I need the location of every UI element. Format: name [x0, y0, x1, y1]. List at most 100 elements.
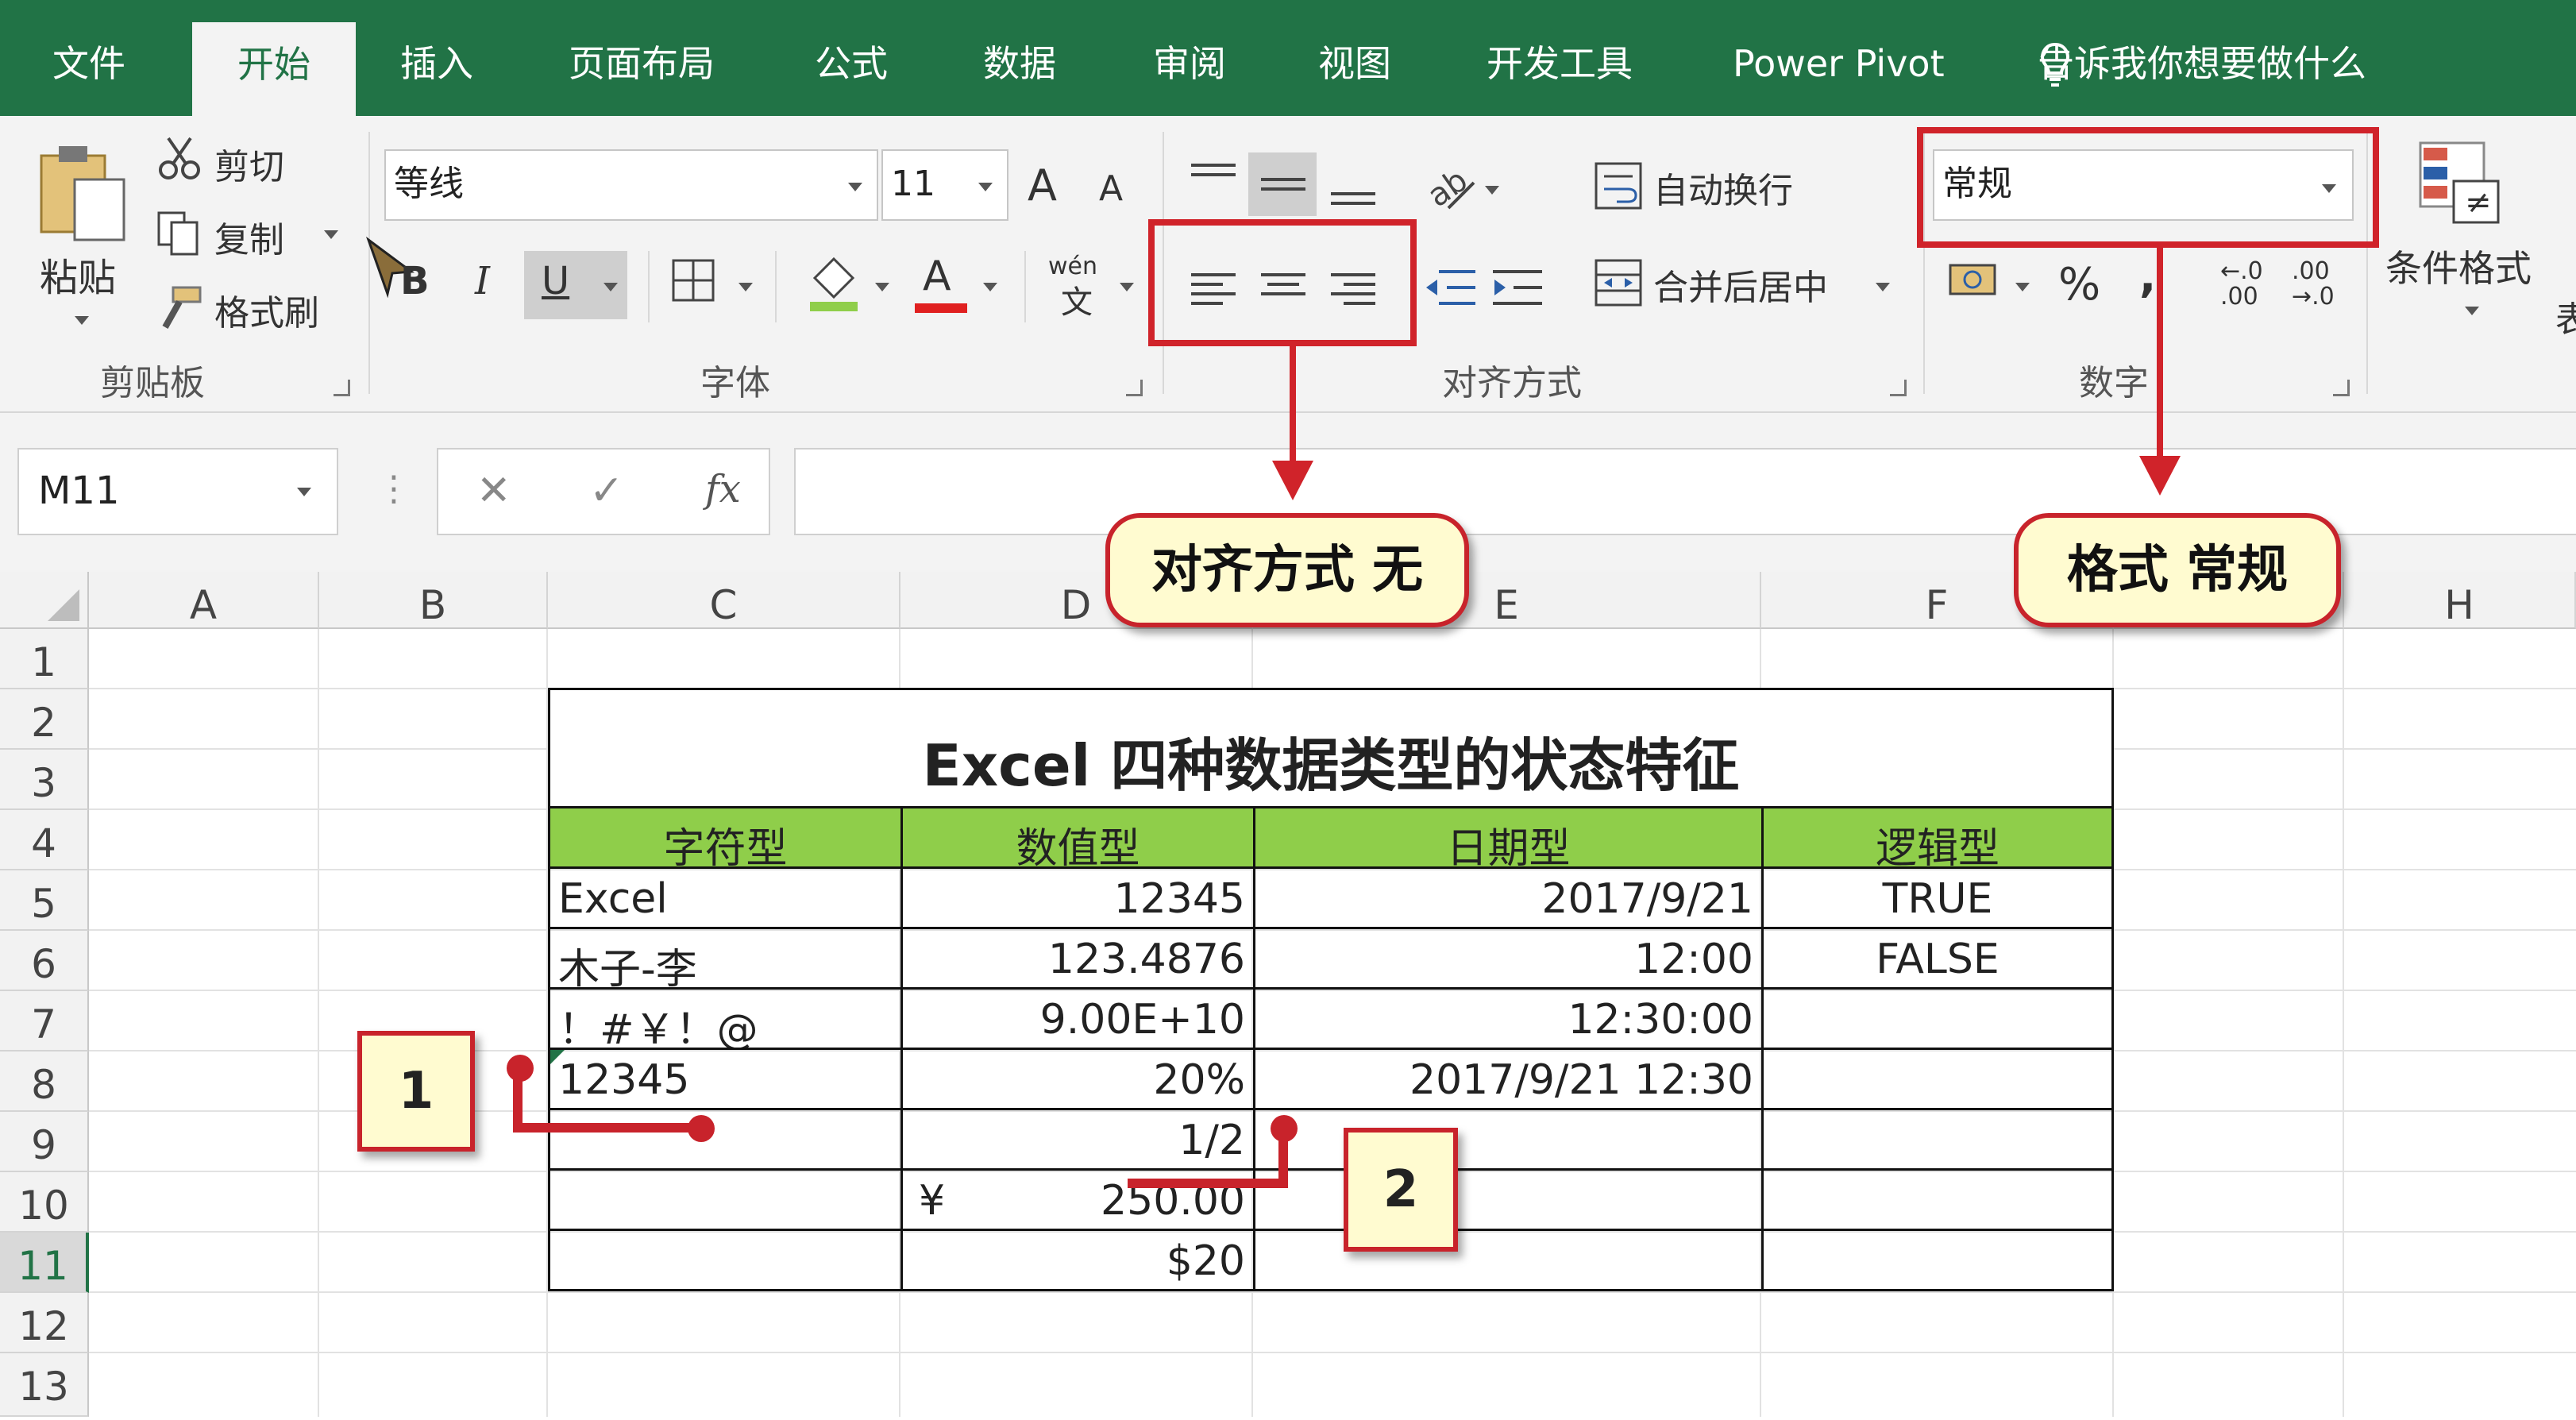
copy-icon[interactable] [156, 210, 203, 257]
menu-insert[interactable]: 插入 [400, 0, 473, 116]
top-align-icon[interactable] [1191, 164, 1236, 183]
decrease-indent-icon[interactable] [1423, 264, 1479, 311]
cell-f5[interactable]: TRUE [1761, 866, 2114, 929]
header-date-type[interactable]: 日期型 [1253, 806, 1764, 869]
font-color-button[interactable]: A [923, 253, 951, 300]
cell-d11[interactable]: $20 [900, 1229, 1255, 1291]
font-color-dropdown-icon[interactable] [983, 283, 997, 291]
comma-button[interactable]: , [2139, 251, 2156, 303]
middle-align-icon[interactable] [1261, 178, 1305, 197]
bottom-align-icon[interactable] [1331, 192, 1375, 211]
shrink-font-button[interactable]: A [1099, 168, 1123, 209]
paste-dropdown-icon[interactable] [75, 316, 89, 325]
name-box-dropdown-icon[interactable] [297, 488, 311, 496]
cell-e8[interactable]: 2017/9/21 12:30 [1253, 1048, 1764, 1110]
conditional-format-icon[interactable]: ≠ [2417, 140, 2505, 227]
row-header-7[interactable]: 7 [0, 991, 89, 1051]
grow-font-button[interactable]: A [1028, 160, 1057, 210]
cell-d7[interactable]: 9.00E+10 [900, 987, 1255, 1050]
formula-bar-dots[interactable]: ⋮ [376, 469, 411, 509]
header-text-type[interactable]: 字符型 [548, 806, 903, 869]
cell-e5[interactable]: 2017/9/21 [1253, 866, 1764, 929]
copy-label[interactable]: 复制 [214, 211, 284, 262]
copy-dropdown-icon[interactable] [324, 230, 338, 239]
row-header-10[interactable]: 10 [0, 1172, 89, 1233]
conditional-format-dropdown-icon[interactable] [2465, 307, 2479, 315]
column-header-b[interactable]: B [319, 572, 548, 629]
select-all-corner[interactable] [0, 572, 89, 629]
menu-view[interactable]: 视图 [1318, 0, 1391, 116]
merge-center-icon[interactable] [1593, 257, 1645, 310]
menu-developer[interactable]: 开发工具 [1487, 0, 1633, 116]
fill-color-icon[interactable] [807, 251, 862, 314]
table-title-cell[interactable]: Excel 四种数据类型的状态特征 [548, 688, 2114, 808]
cell-e11[interactable] [1253, 1229, 1764, 1291]
cell-c7[interactable]: ！#￥！@ [548, 987, 903, 1050]
clipboard-launcher-icon[interactable] [334, 380, 350, 396]
insert-function-button[interactable]: fx [705, 467, 741, 511]
table-format-label-cut[interactable]: 表 [2555, 291, 2576, 341]
row-header-9[interactable]: 9 [0, 1112, 89, 1172]
number-launcher-icon[interactable] [2333, 380, 2350, 396]
phonetic-char[interactable]: 文 [1061, 276, 1093, 322]
merge-center-dropdown-icon[interactable] [1876, 283, 1890, 291]
cell-f11[interactable] [1761, 1229, 2114, 1291]
cell-d6[interactable]: 123.4876 [900, 927, 1255, 990]
cell-e7[interactable]: 12:30:00 [1253, 987, 1764, 1050]
wrap-text-label[interactable]: 自动换行 [1653, 162, 1793, 213]
menu-power-pivot[interactable]: Power Pivot [1733, 0, 1945, 116]
row-header-6[interactable]: 6 [0, 931, 89, 991]
column-header-c[interactable]: C [548, 572, 900, 629]
underline-dropdown-icon[interactable] [604, 283, 618, 291]
row-header-12[interactable]: 12 [0, 1293, 89, 1353]
menu-formulas[interactable]: 公式 [815, 0, 888, 116]
italic-button[interactable]: I [475, 259, 490, 303]
decrease-decimal-button[interactable]: .00 →.0 [2292, 259, 2347, 310]
alignment-launcher-icon[interactable] [1890, 380, 1907, 396]
menu-review[interactable]: 审阅 [1153, 0, 1226, 116]
name-box[interactable]: M11 [17, 448, 338, 535]
conditional-format-label[interactable]: 条件格式 [2385, 240, 2532, 292]
cell-d8[interactable]: 20% [900, 1048, 1255, 1110]
row-header-3[interactable]: 3 [0, 750, 89, 810]
scissors-icon[interactable] [156, 135, 203, 183]
cell-e6[interactable]: 12:00 [1253, 927, 1764, 990]
cell-c6[interactable]: 木子-李 [548, 927, 903, 990]
cell-d9[interactable]: 1/2 [900, 1108, 1255, 1171]
cell-f6[interactable]: FALSE [1761, 927, 2114, 990]
font-size-dropdown-icon[interactable] [978, 183, 993, 191]
percent-button[interactable]: % [2058, 259, 2100, 311]
cancel-button[interactable]: ✕ [476, 467, 511, 515]
paste-label[interactable]: 粘贴 [40, 246, 116, 302]
cell-f9[interactable] [1761, 1108, 2114, 1171]
font-name-combo[interactable]: 等线 [384, 149, 878, 221]
format-painter-label[interactable]: 格式刷 [214, 284, 319, 335]
borders-dropdown-icon[interactable] [738, 283, 753, 291]
header-logic-type[interactable]: 逻辑型 [1761, 806, 2114, 869]
bold-button[interactable]: B [400, 259, 430, 303]
cell-c9[interactable] [548, 1108, 903, 1171]
orientation-icon[interactable]: ab [1425, 159, 1480, 214]
cell-c5[interactable]: Excel [548, 866, 903, 929]
accounting-dropdown-icon[interactable] [2015, 283, 2030, 291]
cell-f7[interactable] [1761, 987, 2114, 1050]
column-header-a[interactable]: A [89, 572, 319, 629]
column-header-h[interactable]: H [2344, 572, 2576, 629]
menu-page-layout[interactable]: 页面布局 [569, 0, 715, 116]
format-painter-icon[interactable] [156, 284, 203, 332]
cell-d5[interactable]: 12345 [900, 866, 1255, 929]
menu-home[interactable]: 开始 [192, 22, 356, 116]
cell-f10[interactable] [1761, 1168, 2114, 1231]
row-header-2[interactable]: 2 [0, 689, 89, 750]
orientation-dropdown-icon[interactable] [1485, 186, 1499, 195]
cell-c10[interactable] [548, 1168, 903, 1231]
row-header-11[interactable]: 11 [0, 1233, 89, 1293]
font-name-dropdown-icon[interactable] [848, 183, 862, 191]
wrap-text-icon[interactable] [1593, 160, 1645, 213]
menu-file[interactable]: 文件 [52, 0, 125, 116]
underline-button[interactable]: U [542, 259, 569, 303]
cell-e9[interactable] [1253, 1108, 1764, 1171]
row-header-1[interactable]: 1 [0, 629, 89, 689]
paste-icon[interactable] [35, 140, 130, 243]
cell-c11[interactable] [548, 1229, 903, 1291]
